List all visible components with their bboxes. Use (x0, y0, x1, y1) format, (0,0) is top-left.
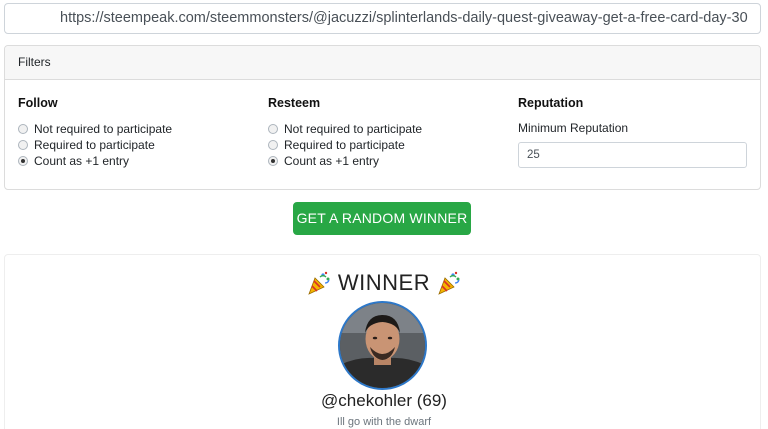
radio-icon[interactable] (268, 124, 278, 134)
get-random-winner-button[interactable]: GET A RANDOM WINNER (293, 202, 471, 235)
reputation-title: Reputation (518, 96, 584, 110)
follow-option-not-required[interactable]: Not required to participate (18, 121, 172, 137)
winner-title: WINNER (337, 270, 431, 295)
radio-icon[interactable] (268, 140, 278, 150)
minimum-reputation-input[interactable]: 25 (518, 142, 747, 168)
radio-icon[interactable] (18, 124, 28, 134)
follow-option-count-entry[interactable]: Count as +1 entry (18, 153, 172, 169)
radio-icon[interactable] (18, 140, 28, 150)
follow-title: Follow (18, 96, 58, 110)
avatar-photo (340, 303, 425, 388)
resteem-option-count-entry[interactable]: Count as +1 entry (268, 153, 422, 169)
party-popper-icon (438, 271, 460, 295)
follow-option-required[interactable]: Required to participate (18, 137, 172, 153)
url-input[interactable]: https://steempeak.com/steemmonsters/@jac… (4, 3, 761, 34)
winner-heading: WINNER (0, 268, 768, 298)
winner-comment: Ill go with the dwarf (336, 416, 432, 428)
party-popper-icon (308, 271, 330, 295)
minimum-reputation-label: Minimum Reputation (518, 121, 629, 135)
winner-username[interactable]: @chekohler (69) (0, 391, 768, 411)
radio-checked-icon[interactable] (18, 156, 28, 166)
winner-avatar[interactable] (338, 301, 427, 390)
filters-panel: Filters Follow Not required to participa… (4, 45, 761, 190)
resteem-option-required[interactable]: Required to participate (268, 137, 422, 153)
resteem-option-not-required[interactable]: Not required to participate (268, 121, 422, 137)
filters-header: Filters (5, 46, 760, 80)
follow-filter: Follow Not required to participate Requi… (18, 96, 172, 169)
resteem-title: Resteem (268, 96, 321, 110)
radio-checked-icon[interactable] (268, 156, 278, 166)
resteem-filter: Resteem Not required to participate Requ… (268, 96, 422, 169)
reputation-filter: Reputation Minimum Reputation 25 (518, 96, 747, 168)
